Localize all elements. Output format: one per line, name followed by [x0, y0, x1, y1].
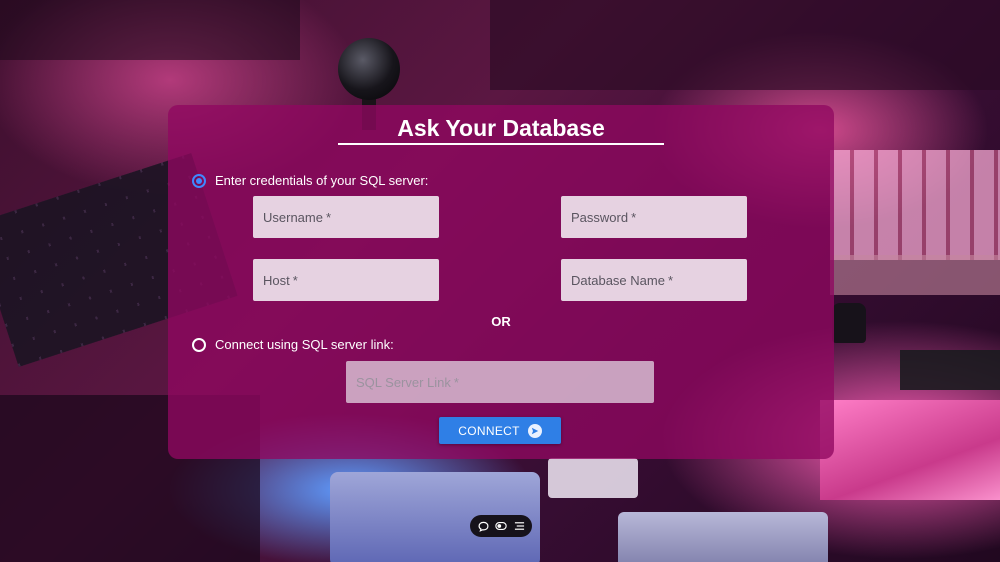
page-title: Ask Your Database: [397, 115, 605, 141]
host-required-mark: *: [292, 272, 298, 288]
title-underline: [338, 143, 664, 145]
floating-toolbar: [470, 515, 532, 537]
username-label: Username: [263, 209, 323, 225]
link-radio[interactable]: [192, 337, 206, 352]
database-name-label: Database Name: [571, 272, 665, 288]
bg-white-object: [548, 458, 638, 498]
database-name-field[interactable]: Database Name *: [561, 259, 747, 301]
host-field[interactable]: Host *: [253, 259, 439, 301]
password-required-mark: *: [631, 209, 637, 225]
server-link-field[interactable]: SQL Server Link *: [346, 361, 654, 403]
database-name-required-mark: *: [667, 272, 674, 288]
bg-joystick-right: [832, 303, 866, 343]
bg-cartridge-blue-2: [618, 512, 828, 562]
connection-card: Ask Your Database Enter credentials of y…: [168, 105, 834, 459]
credentials-option[interactable]: Enter credentials of your SQL server:: [192, 173, 428, 188]
username-field[interactable]: Username *: [253, 196, 439, 238]
password-label: Password: [571, 209, 629, 225]
server-link-required-mark: *: [453, 374, 459, 390]
bg-joystick-ball: [338, 38, 400, 100]
bg-monitor-left: [0, 0, 300, 60]
bg-cartridge-pink: [820, 400, 1000, 500]
toggle-icon[interactable]: [494, 519, 508, 533]
bg-keyboard-right: [830, 150, 1000, 260]
connect-button-label: CONNECT: [458, 423, 520, 438]
connect-button[interactable]: CONNECT: [439, 417, 561, 444]
chat-bubble-icon[interactable]: [476, 519, 490, 533]
or-divider: OR: [491, 314, 511, 329]
bg-box-right: [900, 350, 1000, 390]
bg-monitor-top: [490, 0, 1000, 90]
menu-lines-icon[interactable]: [512, 519, 526, 533]
link-option-label: Connect using SQL server link:: [215, 337, 394, 352]
credentials-option-label: Enter credentials of your SQL server:: [215, 173, 429, 188]
bg-keyboard-right-base: [830, 255, 1000, 295]
link-option[interactable]: Connect using SQL server link:: [192, 337, 394, 352]
credentials-radio[interactable]: [192, 173, 206, 188]
password-field[interactable]: Password *: [561, 196, 747, 238]
username-required-mark: *: [325, 209, 332, 225]
send-icon: [527, 423, 542, 438]
host-label: Host: [263, 272, 290, 288]
server-link-label: SQL Server Link: [356, 374, 451, 390]
